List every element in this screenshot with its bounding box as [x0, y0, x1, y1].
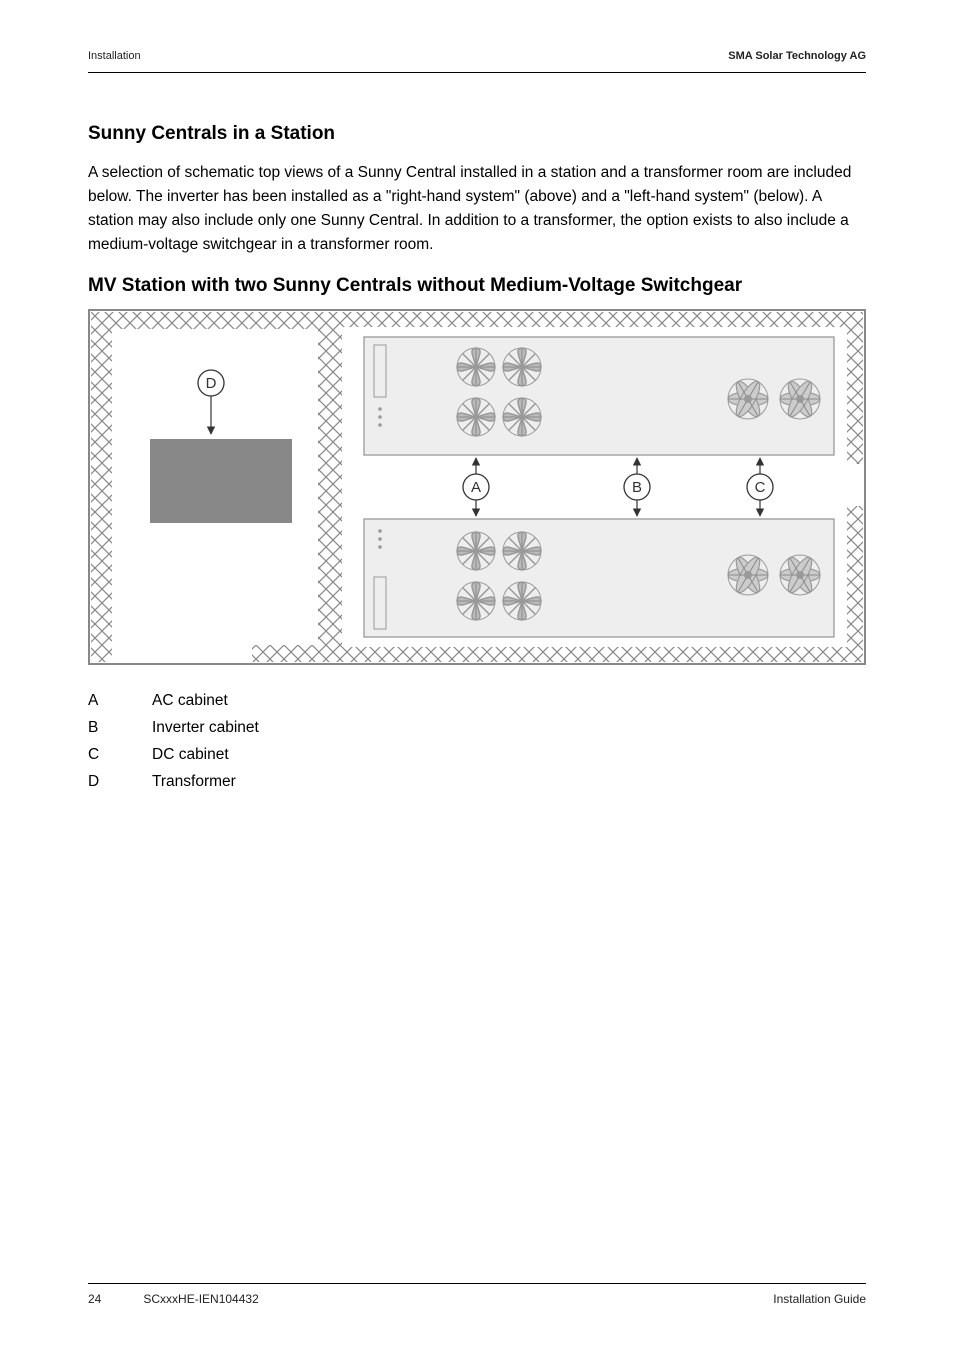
legend-key: A — [88, 687, 152, 714]
footer-doc: SCxxxHE-IEN104432 — [143, 1292, 258, 1306]
footer-right: Installation Guide — [773, 1292, 866, 1306]
legend-key: B — [88, 714, 152, 741]
footer-page: 24 — [88, 1292, 101, 1306]
transformer-rect — [150, 439, 292, 523]
legend-label: Transformer — [152, 768, 236, 795]
diagram-svg: D A — [88, 309, 866, 665]
section-title: Sunny Centrals in a Station — [88, 123, 866, 145]
diagram-label-c: C — [755, 479, 766, 496]
station-diagram: D A — [88, 309, 866, 665]
page-footer: 24 SCxxxHE-IEN104432 Installation Guide — [88, 1283, 866, 1306]
page-header: Installation SMA Solar Technology AG — [88, 50, 866, 62]
diagram-label-a: A — [471, 479, 481, 496]
legend-key: C — [88, 741, 152, 768]
legend-row: A AC cabinet — [88, 687, 866, 714]
section-subtitle: MV Station with two Sunny Centrals witho… — [88, 275, 866, 297]
header-right: SMA Solar Technology AG — [728, 50, 866, 62]
legend-label: DC cabinet — [152, 741, 229, 768]
header-rule — [88, 72, 866, 73]
legend: A AC cabinet B Inverter cabinet C DC cab… — [88, 687, 866, 796]
header-left: Installation — [88, 50, 141, 62]
legend-row: D Transformer — [88, 768, 866, 795]
legend-key: D — [88, 768, 152, 795]
legend-row: B Inverter cabinet — [88, 714, 866, 741]
diagram-label-b: B — [632, 479, 642, 496]
legend-label: AC cabinet — [152, 687, 228, 714]
legend-label: Inverter cabinet — [152, 714, 259, 741]
legend-row: C DC cabinet — [88, 741, 866, 768]
diagram-label-d: D — [206, 375, 217, 392]
section-paragraph: A selection of schematic top views of a … — [88, 161, 866, 257]
